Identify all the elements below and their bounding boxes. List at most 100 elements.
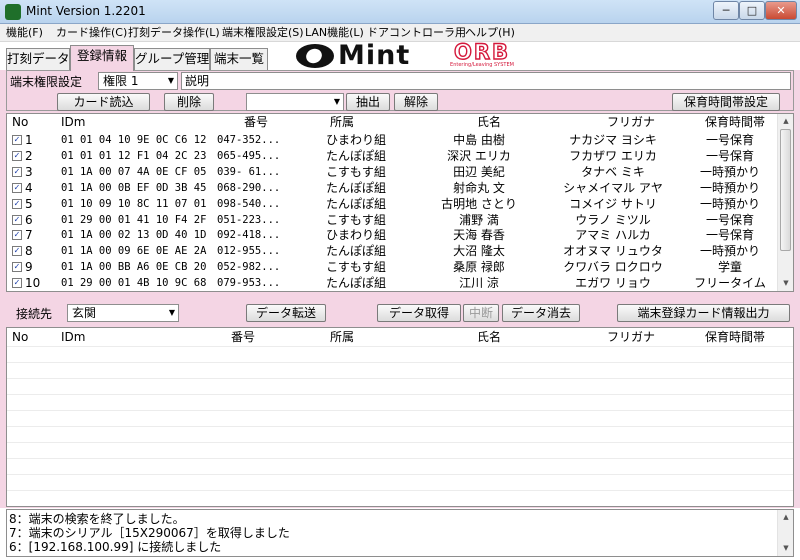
row-kana: シャメイマル アヤ [563, 180, 663, 195]
row-checkbox[interactable]: ✓ [12, 230, 22, 241]
col-header-number[interactable]: 番号 [244, 114, 268, 130]
table-row[interactable]: ✓ 8 01 1A 00 09 6E 0E AE 2A 012-955... たんぽぽ組… [7, 243, 774, 259]
col-header-kana[interactable]: フリガナ [607, 329, 655, 345]
data-transfer-button[interactable]: データ転送 [246, 304, 326, 322]
row-no: 10 [25, 276, 41, 291]
col-header-care[interactable]: 保育時間帯 [705, 329, 765, 345]
menu-function[interactable]: 機能(F) [6, 25, 43, 41]
row-checkbox[interactable]: ✓ [12, 135, 22, 145]
table-scrollbar[interactable]: ▲ ▼ [777, 114, 793, 291]
destination-select-value: 玄関 [72, 306, 97, 320]
filter-select[interactable]: ▼ [246, 93, 344, 111]
row-group: たんぽぽ組 [325, 196, 386, 211]
row-care: 一号保育 [705, 212, 754, 227]
table-row[interactable]: ✓ 4 01 1A 00 0B EF 0D 3B 45 068-290... たんぽぽ組… [7, 180, 774, 196]
read-card-button[interactable]: カード読込 [57, 93, 150, 111]
care-time-settings-button[interactable]: 保育時間帯設定 [672, 93, 780, 111]
row-checkbox[interactable]: ✓ [12, 166, 22, 177]
col-header-idm[interactable]: IDm [61, 329, 85, 345]
menu-door-controller[interactable]: ドアコントローラ用 [367, 25, 466, 41]
col-header-name[interactable]: 氏名 [477, 114, 501, 130]
data-erase-button[interactable]: データ消去 [502, 304, 580, 322]
tab-terminal-list[interactable]: 端末一覧 [210, 48, 268, 70]
table-row[interactable]: ✓ 3 01 1A 00 07 4A 0E CF 05 039- 61... こすもす組… [7, 164, 774, 180]
row-idm: 01 29 00 01 41 10 F4 2F [61, 213, 207, 226]
cancel-filter-button[interactable]: 解除 [394, 93, 438, 111]
empty-row-divider [7, 410, 793, 411]
row-name: 江川 涼 [459, 276, 499, 291]
col-header-group[interactable]: 所属 [330, 114, 354, 130]
col-header-kana[interactable]: フリガナ [607, 114, 655, 130]
delete-button[interactable]: 削除 [164, 93, 214, 111]
menu-terminal-perm[interactable]: 端末権限設定(S) [222, 25, 304, 41]
col-header-no[interactable]: No [12, 114, 28, 130]
scroll-up-icon[interactable]: ▲ [779, 510, 793, 525]
col-header-no[interactable]: No [12, 329, 28, 345]
row-checkbox[interactable]: ✓ [12, 262, 22, 273]
description-field[interactable]: 説明 [181, 72, 791, 90]
tab-group-management[interactable]: グループ管理 [134, 48, 210, 70]
row-name: 天海 春香 [453, 228, 505, 243]
row-no: 7 [25, 228, 33, 243]
close-button[interactable]: ✕ [765, 1, 797, 20]
row-checkbox[interactable]: ✓ [12, 182, 22, 193]
maximize-button[interactable]: □ [739, 1, 765, 20]
row-checkbox[interactable]: ✓ [12, 246, 22, 257]
table-row[interactable]: ✓ 1 01 01 04 10 9E 0C C6 12 047-352... ひまわり組… [7, 132, 774, 148]
row-kana: アマミ ハルカ [575, 228, 651, 243]
row-idm: 01 1A 00 02 13 0D 40 1D [61, 229, 207, 242]
row-checkbox[interactable]: ✓ [12, 150, 22, 161]
row-number: 092-418... [217, 229, 281, 242]
perm-select-value: 権限 1 [103, 74, 139, 88]
col-header-group[interactable]: 所属 [330, 329, 354, 345]
row-kana: エガワ リョウ [575, 276, 651, 291]
registration-toolbar: 端末権限設定 権限 1 ▼ 説明 カード読込 削除 ▼ 抽出 解除 保育時間帯設… [6, 70, 794, 111]
row-name: 射命丸 文 [453, 180, 505, 195]
table-row[interactable]: ✓ 2 01 01 01 12 F1 04 2C 23 065-495... たんぽぽ組… [7, 148, 774, 164]
row-checkbox[interactable]: ✓ [12, 198, 22, 209]
tab-registration[interactable]: 登録情報 [70, 45, 134, 71]
mint-logo-icon [296, 44, 334, 68]
menu-card[interactable]: カード操作(C) [56, 25, 127, 41]
col-header-number[interactable]: 番号 [231, 329, 255, 345]
log-line: 7：端末のシリアル［15X290067］を取得しました [9, 526, 290, 540]
col-header-name[interactable]: 氏名 [477, 329, 501, 345]
scroll-up-icon[interactable]: ▲ [779, 114, 793, 129]
table-row[interactable]: ✓ 9 01 1A 00 BB A6 0E CB 20 052-982... こすもす組… [7, 259, 774, 275]
perm-select[interactable]: 権限 1 ▼ [98, 72, 178, 90]
export-card-info-button[interactable]: 端末登録カード情報出力 [617, 304, 790, 322]
scroll-down-icon[interactable]: ▼ [779, 541, 793, 556]
row-checkbox[interactable]: ✓ [12, 278, 22, 289]
row-no: 1 [25, 133, 33, 147]
row-idm: 01 01 01 12 F1 04 2C 23 [61, 149, 207, 162]
row-kana: クワバラ ロクロウ [563, 260, 663, 275]
tab-punch-data[interactable]: 打刻データ [6, 48, 70, 70]
orb-logo-subtitle: Entering/Leaving SYSTEM [450, 62, 514, 68]
menu-help[interactable]: ヘルプ(H) [465, 25, 515, 41]
row-idm: 01 1A 00 0B EF 0D 3B 45 [61, 181, 207, 194]
scroll-down-icon[interactable]: ▼ [779, 276, 793, 291]
row-number: 051-223... [217, 213, 281, 226]
table-row[interactable]: ✓ 6 01 29 00 01 41 10 F4 2F 051-223... こすもす組… [7, 212, 774, 228]
destination-select[interactable]: 玄関 ▼ [67, 304, 179, 322]
log-area: 8：端末の検索を終了しました。 7：端末のシリアル［15X290067］を取得し… [6, 509, 794, 557]
menu-punch-data[interactable]: 打刻データ操作(L) [128, 25, 220, 41]
minimize-button[interactable]: ─ [713, 1, 739, 20]
row-care: 一号保育 [705, 148, 754, 163]
row-checkbox[interactable]: ✓ [12, 214, 22, 225]
log-line: 8：端末の検索を終了しました。 [9, 512, 185, 526]
row-number: 012-955... [217, 245, 281, 258]
log-line: 6：[192.168.100.99] に接続しました [9, 540, 222, 554]
scrollbar-thumb[interactable] [780, 129, 791, 251]
row-care: フリータイム [694, 276, 766, 291]
table-row[interactable]: ✓ 10 01 29 00 01 4B 10 9C 68 079-953... たんぽぽ… [7, 275, 774, 291]
table-row[interactable]: ✓ 5 01 10 09 10 8C 11 07 01 098-540... たんぽぽ組… [7, 196, 774, 212]
interrupt-button[interactable]: 中断 [463, 304, 499, 322]
log-scrollbar[interactable]: ▲ ▼ [777, 510, 793, 556]
extract-button[interactable]: 抽出 [346, 93, 390, 111]
col-header-care[interactable]: 保育時間帯 [705, 114, 765, 130]
table-row[interactable]: ✓ 7 01 1A 00 02 13 0D 40 1D 092-418... ひまわり組… [7, 227, 774, 243]
menu-lan[interactable]: LAN機能(L) [305, 25, 364, 41]
col-header-idm[interactable]: IDm [61, 114, 85, 130]
data-fetch-button[interactable]: データ取得 [377, 304, 461, 322]
